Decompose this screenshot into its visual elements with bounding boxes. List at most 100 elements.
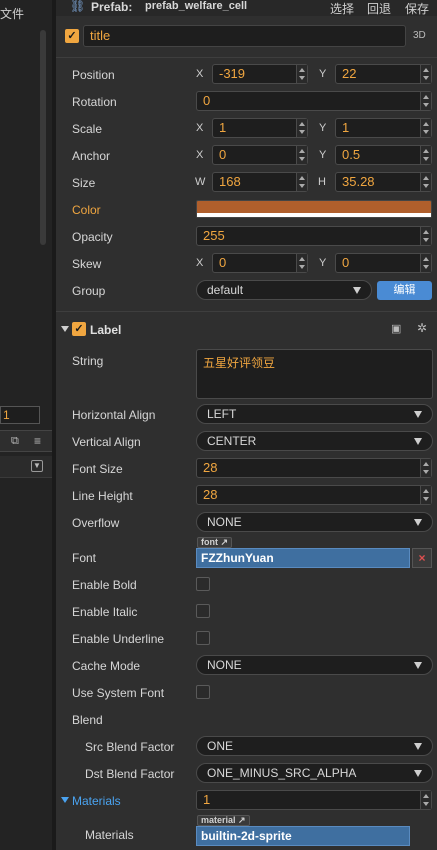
label-component-header[interactable]: ✓ Label ▣ ✲	[56, 318, 437, 342]
overflow-select[interactable]: NONE	[196, 512, 433, 532]
cache-mode-select[interactable]: NONE	[196, 655, 433, 675]
horizontal-align-select[interactable]: LEFT	[196, 404, 433, 424]
collapse-arrow-icon[interactable]	[61, 326, 69, 332]
rotation-value: 0	[203, 93, 211, 108]
stepper-icon[interactable]	[296, 173, 307, 191]
font-asset-tag[interactable]: font ↗	[197, 537, 233, 548]
stepper-icon[interactable]	[420, 791, 431, 809]
y-axis-label: Y	[319, 68, 327, 80]
skew-x-input[interactable]: 0	[212, 253, 308, 273]
dropdown-arrow-icon	[414, 411, 422, 418]
toggle-3d-button[interactable]: 3D	[413, 30, 426, 41]
vertical-align-select[interactable]: CENTER	[196, 431, 433, 451]
anchor-label: Anchor	[72, 149, 111, 163]
stepper-icon[interactable]	[296, 65, 307, 83]
dst-blend-value: ONE_MINUS_SRC_ALPHA	[207, 766, 357, 780]
clear-font-button[interactable]: ×	[412, 548, 432, 568]
font-size-input[interactable]: 28	[196, 458, 432, 478]
stepper-icon[interactable]	[420, 227, 431, 245]
string-textarea[interactable]: 五星好评领豆	[196, 349, 433, 399]
edit-group-button[interactable]: 编辑	[377, 281, 432, 300]
stepper-icon[interactable]	[420, 173, 431, 191]
opacity-input[interactable]: 255	[196, 226, 432, 246]
scale-y-value: 1	[342, 120, 350, 135]
rotation-label: Rotation	[72, 95, 117, 109]
font-size-label: Font Size	[72, 462, 123, 476]
stepper-icon[interactable]	[420, 119, 431, 137]
size-h-input[interactable]: 35.28	[335, 172, 432, 192]
blend-label: Blend	[72, 713, 103, 727]
anchor-y-input[interactable]: 0.5	[335, 145, 432, 165]
font-asset-field[interactable]: FZZhunYuan	[196, 548, 410, 568]
src-blend-select[interactable]: ONE	[196, 736, 433, 756]
stepper-icon[interactable]	[296, 119, 307, 137]
position-x-input[interactable]: -319	[212, 64, 308, 84]
string-value: 五星好评领豆	[203, 356, 276, 370]
anchor-x-input[interactable]: 0	[212, 145, 308, 165]
dropdown-arrow-icon	[353, 287, 361, 294]
copy-icon[interactable]: ⧉	[11, 435, 19, 448]
link-icon: ⛓	[70, 0, 86, 13]
group-select[interactable]: default	[196, 280, 372, 300]
stepper-icon[interactable]	[296, 146, 307, 164]
enable-bold-label: Enable Bold	[72, 578, 137, 592]
dst-blend-select[interactable]: ONE_MINUS_SRC_ALPHA	[196, 763, 433, 783]
string-label: String	[72, 354, 104, 368]
stepper-icon[interactable]	[420, 486, 431, 504]
rotation-input[interactable]: 0	[196, 91, 432, 111]
position-y-input[interactable]: 22	[335, 64, 432, 84]
scale-x-value: 1	[219, 120, 227, 135]
x-axis-label: X	[196, 122, 204, 134]
menu-icon[interactable]: ≡	[34, 434, 41, 448]
stepper-icon[interactable]	[420, 459, 431, 477]
help-book-icon[interactable]: ▣	[391, 322, 401, 335]
scrollbar[interactable]	[40, 30, 46, 245]
node-row: ✓ title 3D	[56, 22, 437, 50]
node-active-checkbox[interactable]: ✓	[65, 29, 79, 43]
materials-count-input[interactable]: 1	[196, 790, 432, 810]
src-blend-value: ONE	[207, 739, 234, 753]
size-w-input[interactable]: 168	[212, 172, 308, 192]
dropdown-arrow-icon	[414, 743, 422, 750]
scale-x-input[interactable]: 1	[212, 118, 308, 138]
divider	[56, 57, 437, 58]
enable-italic-checkbox[interactable]	[196, 604, 210, 618]
color-picker[interactable]	[196, 200, 432, 218]
dropdown-icon[interactable]: ▼	[31, 460, 43, 472]
y-axis-label: Y	[319, 257, 327, 269]
skew-y-input[interactable]: 0	[335, 253, 432, 273]
revert-button[interactable]: 回退	[367, 0, 391, 17]
enable-bold-checkbox[interactable]	[196, 577, 210, 591]
stepper-icon[interactable]	[420, 65, 431, 83]
component-title: Label	[90, 323, 122, 337]
dropdown-arrow-icon	[414, 770, 422, 777]
size-h-value: 35.28	[342, 174, 375, 189]
use-system-font-checkbox[interactable]	[196, 685, 210, 699]
scale-y-input[interactable]: 1	[335, 118, 432, 138]
number-field[interactable]: 1	[0, 406, 40, 424]
material-asset-tag[interactable]: material ↗	[197, 815, 250, 826]
prefab-header: ⛓ Prefab: prefab_welfare_cell 选择 回退 保存	[56, 0, 437, 16]
stepper-icon[interactable]	[420, 146, 431, 164]
panel-row: ▼	[0, 456, 52, 478]
expand-arrow-icon[interactable]	[61, 797, 69, 803]
select-button[interactable]: 选择	[330, 0, 354, 17]
material-asset-field[interactable]: builtin-2d-sprite	[196, 826, 410, 846]
stepper-icon[interactable]	[420, 254, 431, 272]
hierarchy-panel-edge: 文件 1 ⧉ ≡ ▼	[0, 0, 52, 850]
vertical-align-label: Vertical Align	[72, 435, 141, 449]
line-height-input[interactable]: 28	[196, 485, 432, 505]
horizontal-align-label: Horizontal Align	[72, 408, 156, 422]
scale-label: Scale	[72, 122, 103, 136]
prefab-name: prefab_welfare_cell	[145, 0, 248, 12]
enable-underline-checkbox[interactable]	[196, 631, 210, 645]
material-item-label: Materials	[85, 828, 134, 842]
save-button[interactable]: 保存	[405, 0, 429, 17]
skew-label: Skew	[72, 257, 102, 271]
stepper-icon[interactable]	[420, 92, 431, 110]
stepper-icon[interactable]	[296, 254, 307, 272]
dst-blend-label: Dst Blend Factor	[85, 767, 175, 781]
label-enabled-checkbox[interactable]: ✓	[72, 322, 86, 336]
node-name-input[interactable]: title	[83, 25, 406, 47]
gear-icon[interactable]: ✲	[417, 321, 427, 335]
